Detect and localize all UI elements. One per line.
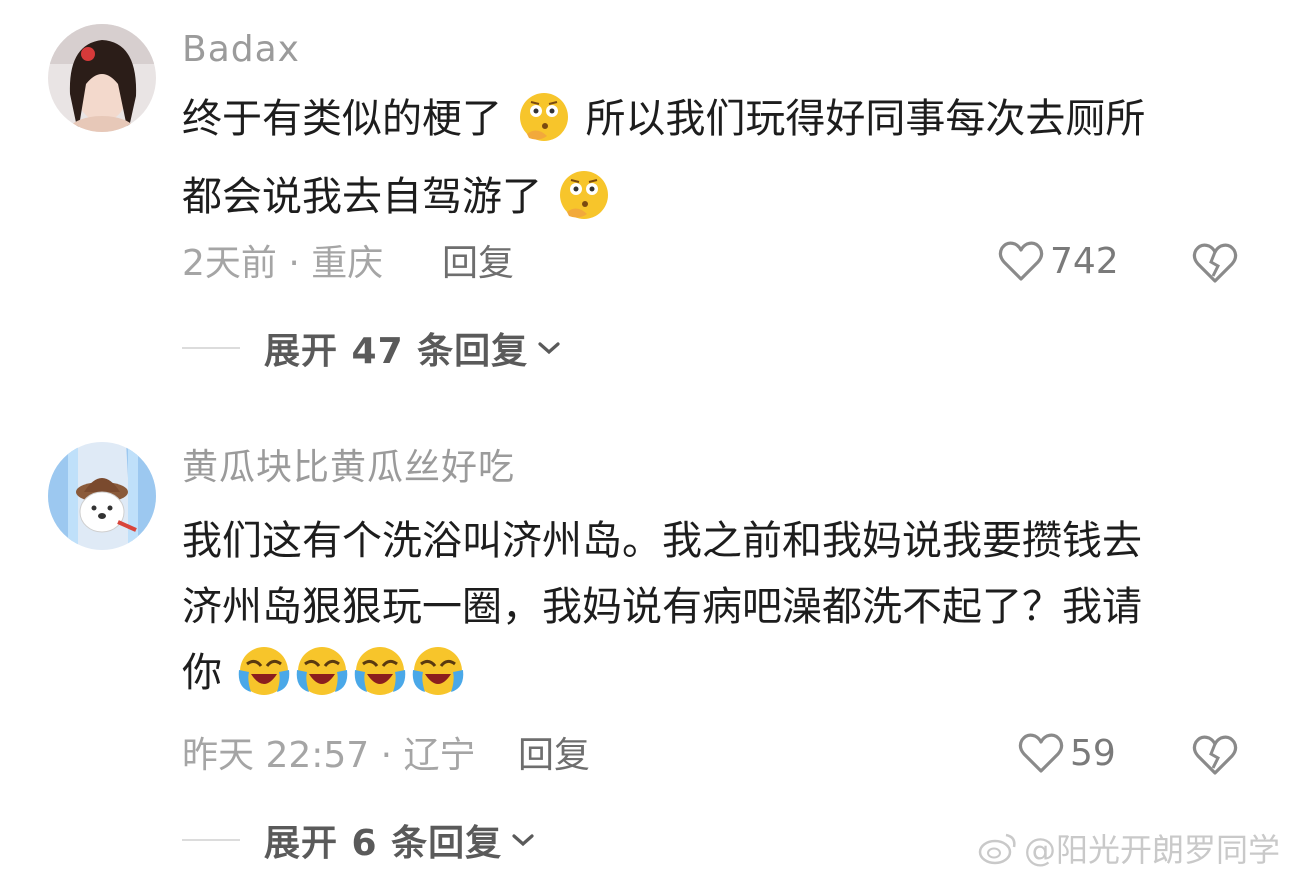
like-count: 59 bbox=[1070, 732, 1116, 774]
like-count: 742 bbox=[1050, 240, 1119, 282]
weibo-logo-icon bbox=[978, 833, 1016, 865]
crying-laughing-emoji-icon bbox=[411, 644, 465, 718]
broken-heart-icon bbox=[1192, 243, 1238, 283]
like-button[interactable]: 742 bbox=[998, 240, 1119, 282]
thinking-face-emoji-icon bbox=[517, 90, 571, 164]
divider bbox=[182, 839, 240, 841]
comment-text: 终于有类似的梗了 所以我们玩得好同事每次去厕所 都会说我去自驾游了 bbox=[182, 86, 1262, 242]
comment-time-location: 昨天 22:57 · 辽宁 bbox=[182, 735, 476, 776]
avatar[interactable] bbox=[48, 24, 156, 132]
comment-text-segment: 我们这有个洗浴叫济州岛。我之前和我妈说我要攒钱去 bbox=[182, 518, 1142, 564]
expand-replies-label: 展开 6 条回复 bbox=[264, 823, 503, 864]
watermark-text: @阳光开朗罗同学 bbox=[1023, 831, 1280, 869]
comment-thread: Badax 终于有类似的梗了 所以我们玩得好同事每次去厕所 都会说我去自驾游了 … bbox=[0, 0, 1290, 883]
divider bbox=[182, 347, 240, 349]
expand-replies-button[interactable]: 展开 47 条回复 bbox=[182, 322, 562, 374]
thinking-face-emoji-icon bbox=[557, 168, 611, 242]
watermark: @阳光开朗罗同学 bbox=[978, 825, 1280, 871]
comment-text-segment: 都会说我去自驾游了 bbox=[182, 174, 542, 220]
comment-text: 我们这有个洗浴叫济州岛。我之前和我妈说我要攒钱去 济州岛狠狠玩一圈，我妈说有病吧… bbox=[182, 508, 1262, 718]
comment-time-location: 2天前 · 重庆 bbox=[182, 243, 384, 284]
like-button[interactable]: 59 bbox=[1018, 732, 1116, 774]
username[interactable]: 黄瓜块比黄瓜丝好吃 bbox=[182, 446, 515, 490]
chevron-down-icon bbox=[512, 834, 534, 847]
crying-laughing-emoji-icon bbox=[295, 644, 349, 718]
chevron-down-icon bbox=[538, 342, 560, 355]
heart-icon bbox=[998, 241, 1044, 281]
expand-replies-label: 展开 47 条回复 bbox=[264, 331, 529, 372]
broken-heart-icon bbox=[1192, 735, 1238, 775]
dislike-button[interactable] bbox=[1192, 734, 1238, 780]
crying-laughing-emoji-icon bbox=[353, 644, 407, 718]
comment-text-segment: 终于有类似的梗了 bbox=[182, 96, 502, 142]
reply-button[interactable]: 回复 bbox=[442, 242, 514, 286]
username[interactable]: Badax bbox=[182, 28, 300, 72]
reply-button[interactable]: 回复 bbox=[518, 734, 590, 778]
expand-replies-button[interactable]: 展开 6 条回复 bbox=[182, 814, 536, 866]
heart-icon bbox=[1018, 733, 1064, 773]
comment-text-segment: 你 bbox=[182, 650, 222, 696]
crying-laughing-emoji-icon bbox=[237, 644, 291, 718]
comment-text-segment: 所以我们玩得好同事每次去厕所 bbox=[585, 96, 1146, 142]
avatar[interactable] bbox=[48, 442, 156, 550]
comment-text-segment: 济州岛狠狠玩一圈，我妈说有病吧澡都洗不起了？我请 bbox=[182, 584, 1142, 630]
dislike-button[interactable] bbox=[1192, 242, 1238, 288]
